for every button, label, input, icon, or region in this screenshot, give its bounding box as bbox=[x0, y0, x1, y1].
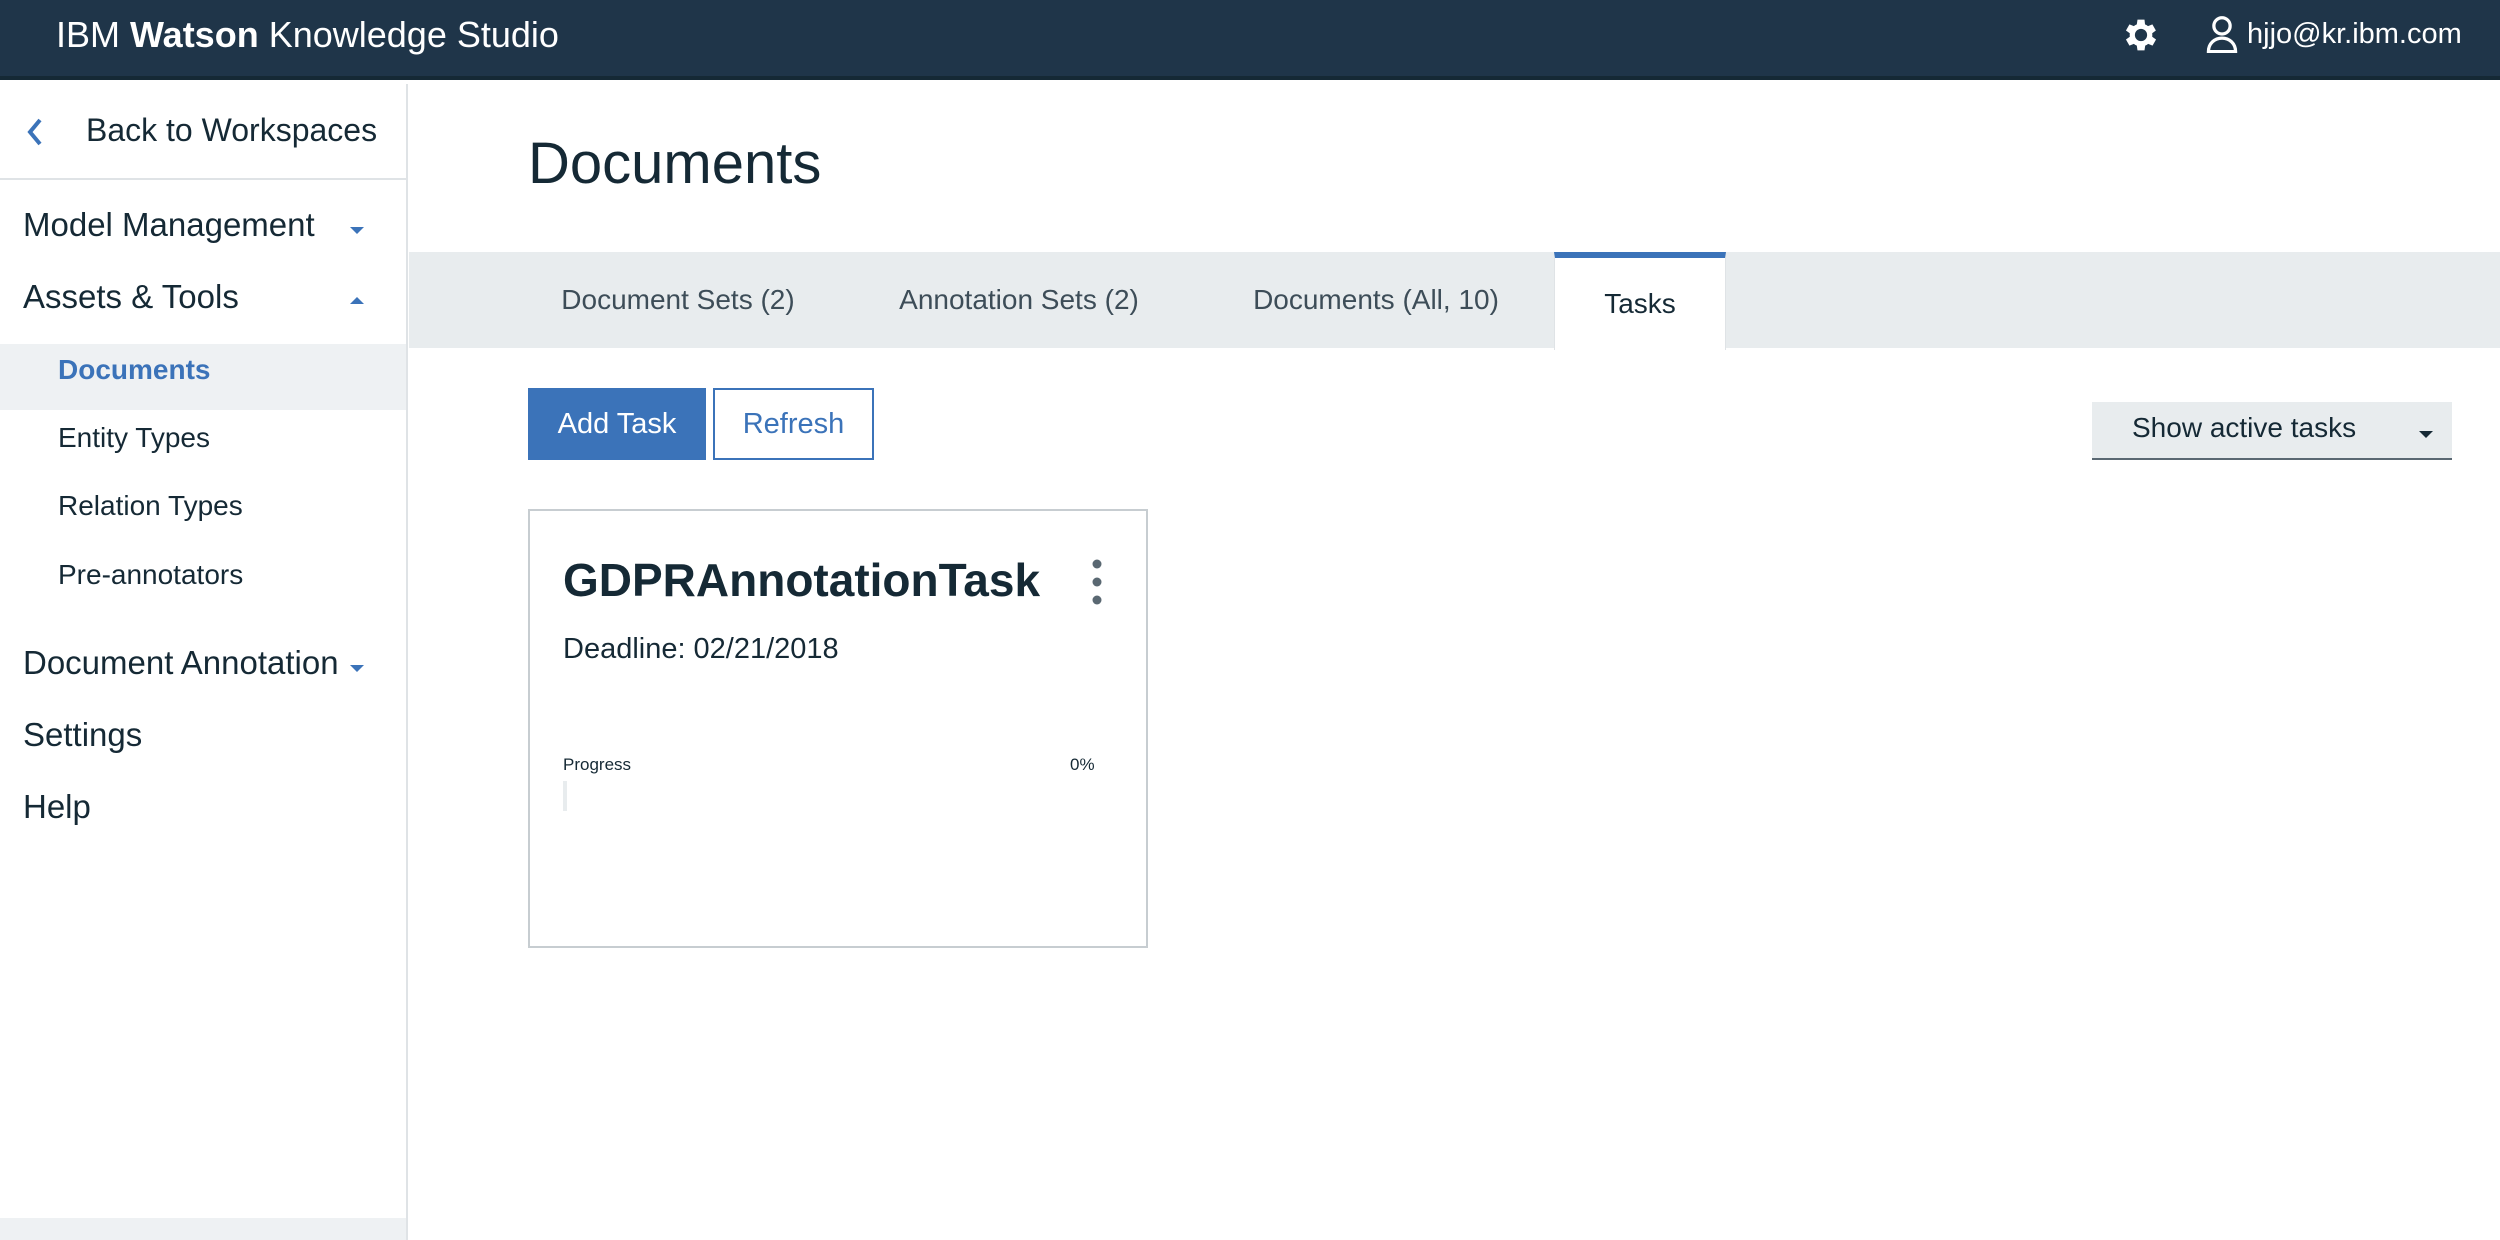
sidebar-footer bbox=[0, 1218, 406, 1240]
top-bar: IBM Watson Knowledge Studio hjjo@kr.ibm.… bbox=[0, 0, 2500, 80]
brand-prefix: IBM bbox=[56, 14, 121, 55]
task-filter-value: Show active tasks bbox=[2132, 412, 2357, 443]
progress-label: Progress bbox=[563, 755, 632, 774]
caret-up-icon[interactable] bbox=[348, 294, 366, 306]
sidebar-item-entity-types[interactable]: Entity Types bbox=[58, 422, 210, 454]
tab-tasks[interactable]: Tasks bbox=[1554, 252, 1726, 350]
nav-assets-tools[interactable]: Assets & Tools bbox=[23, 278, 239, 316]
nav-help[interactable]: Help bbox=[23, 788, 91, 826]
user-email: hjjo@kr.ibm.com bbox=[2247, 17, 2462, 50]
progress-bar bbox=[563, 781, 1078, 811]
sidebar: Back to Workspaces Model Management Asse… bbox=[0, 84, 408, 1240]
back-to-workspaces-link[interactable]: Back to Workspaces bbox=[0, 84, 406, 180]
sidebar-item-pre-annotators[interactable]: Pre-annotators bbox=[58, 559, 243, 591]
nav-settings[interactable]: Settings bbox=[23, 716, 142, 754]
progress-percent: 0% bbox=[1070, 755, 1095, 774]
caret-down-icon bbox=[2419, 431, 2433, 438]
caret-down-icon[interactable] bbox=[348, 662, 366, 674]
add-task-button[interactable]: Add Task bbox=[528, 388, 706, 460]
back-label: Back to Workspaces bbox=[86, 112, 378, 148]
gear-icon[interactable] bbox=[2120, 14, 2162, 56]
deadline-value: 02/21/2018 bbox=[693, 633, 839, 665]
chevron-left-icon bbox=[27, 118, 42, 146]
app-brand[interactable]: IBM Watson Knowledge Studio bbox=[56, 14, 559, 56]
refresh-button[interactable]: Refresh bbox=[713, 388, 874, 460]
nav-document-annotation[interactable]: Document Annotation bbox=[23, 644, 339, 682]
page-title: Documents bbox=[528, 131, 822, 196]
task-card[interactable]: GDPRAnnotationTask Deadline: 02/21/2018 P… bbox=[528, 509, 1148, 948]
brand-bold: Watson bbox=[130, 14, 259, 55]
tab-bar: Document Sets (2) Annotation Sets (2) Do… bbox=[409, 252, 2500, 350]
overflow-menu-icon[interactable] bbox=[1090, 557, 1104, 607]
sidebar-item-relation-types[interactable]: Relation Types bbox=[58, 490, 243, 522]
progress-fill bbox=[563, 781, 567, 811]
tab-annotation-sets[interactable]: Annotation Sets (2) bbox=[863, 252, 1175, 348]
sidebar-item-documents[interactable]: Documents bbox=[58, 354, 210, 386]
task-name: GDPRAnnotationTask bbox=[563, 554, 1041, 606]
tab-documents-all[interactable]: Documents (All, 10) bbox=[1209, 252, 1543, 348]
caret-down-icon[interactable] bbox=[348, 224, 366, 236]
deadline-label: Deadline: bbox=[563, 633, 686, 665]
user-icon bbox=[2206, 16, 2238, 53]
tab-document-sets[interactable]: Document Sets (2) bbox=[528, 252, 828, 348]
task-deadline: Deadline: 02/21/2018 bbox=[563, 633, 839, 666]
nav-model-management[interactable]: Model Management bbox=[23, 206, 315, 244]
user-menu[interactable]: hjjo@kr.ibm.com bbox=[2205, 12, 2462, 56]
brand-suffix: Knowledge Studio bbox=[268, 14, 559, 55]
task-filter-select[interactable]: Show active tasks bbox=[2092, 402, 2452, 460]
